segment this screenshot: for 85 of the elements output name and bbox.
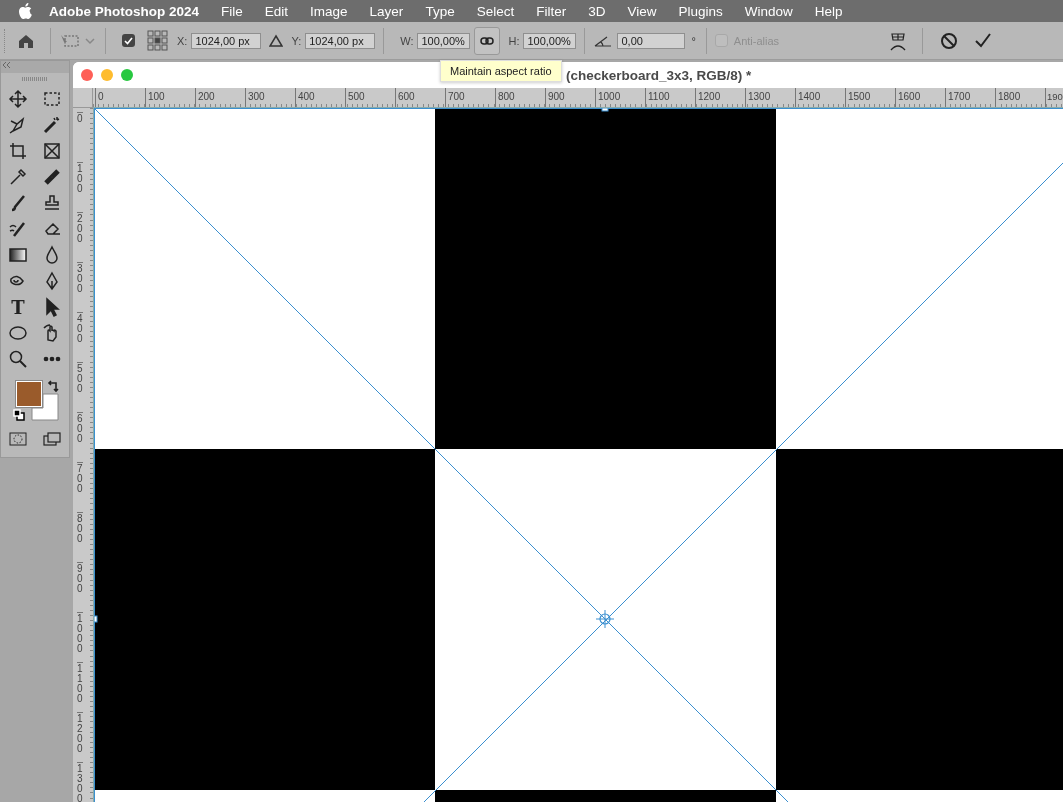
marquee-tool-icon[interactable] (42, 89, 62, 109)
ruler-label: 500 (345, 88, 395, 107)
input-field[interactable]: 1024,00 px (305, 32, 376, 49)
ruler-label: 1000 (595, 88, 645, 107)
field-label: Y: (291, 34, 302, 47)
ruler-label: 800 (77, 512, 83, 562)
wand-tool-icon[interactable] (42, 115, 62, 135)
reference-point-icon[interactable] (147, 29, 169, 52)
ruler-label: 1400 (795, 88, 845, 107)
quick-mask-icon[interactable] (8, 431, 28, 447)
ruler-label: 700 (445, 88, 495, 107)
input-field[interactable]: 0,00 (617, 32, 686, 49)
frame-tool-icon[interactable] (42, 141, 62, 161)
input-field[interactable]: 100,00% (523, 32, 577, 49)
field-label: W: (400, 34, 414, 47)
move-tool-icon[interactable] (8, 89, 28, 109)
menu-item[interactable]: Edit (253, 3, 300, 19)
ruler-label: 400 (295, 88, 345, 107)
default-colors-icon[interactable] (13, 409, 25, 421)
reference-point-icon[interactable] (595, 609, 615, 629)
ruler-label: 200 (77, 212, 83, 262)
menu-item[interactable]: Type (414, 3, 466, 19)
ruler-label: 1100 (77, 662, 83, 712)
link-button[interactable] (474, 26, 501, 55)
ruler-label: 1500 (845, 88, 895, 107)
ruler-label: 1200 (695, 88, 745, 107)
ruler-label: 900 (545, 88, 595, 107)
gradient-tool-icon[interactable] (8, 245, 28, 265)
ruler-label: 600 (395, 88, 445, 107)
ruler-label: 0 (95, 88, 145, 107)
ruler-label: 1200 (77, 712, 83, 762)
menu-item[interactable]: Image (299, 3, 359, 19)
checkbox[interactable] (122, 34, 135, 47)
ruler-label: 1800 (995, 88, 1045, 107)
ruler-label: 1100 (645, 88, 695, 107)
swap-colors-icon[interactable] (47, 379, 59, 393)
ruler-label: 190 (1045, 88, 1063, 107)
ruler-label: 400 (77, 312, 83, 362)
menu-item[interactable]: 3D (577, 3, 617, 19)
ruler-label: 0 (77, 112, 83, 162)
menu-item[interactable]: File (210, 3, 254, 19)
foreground-color-swatch[interactable] (16, 381, 42, 407)
field-label: X: (177, 34, 188, 47)
zoom-tool-icon[interactable] (8, 349, 28, 369)
ruler-label: 300 (77, 262, 83, 312)
ruler-label: 600 (77, 412, 83, 462)
input-field[interactable]: 100,00% (417, 32, 471, 49)
ruler-label: 1300 (745, 88, 795, 107)
crop-tool-icon[interactable] (8, 141, 28, 161)
ruler-label: 100 (145, 88, 195, 107)
tooltip: Maintain aspect ratio (440, 60, 562, 82)
ruler-label: 800 (495, 88, 545, 107)
menu-item[interactable]: Window (733, 3, 804, 19)
apple-logo-icon[interactable] (18, 3, 32, 19)
stamp-tool-icon[interactable] (42, 193, 62, 213)
ruler-label: 100 (77, 162, 83, 212)
ruler-label: 1000 (77, 612, 83, 662)
ruler-label: 1300 (77, 762, 83, 802)
app-name-menu[interactable]: Adobe Photoshop 2024 (32, 3, 211, 19)
menu-item[interactable]: Plugins (667, 3, 734, 19)
input-field[interactable]: 1024,00 px (191, 32, 262, 49)
ruler-label: 900 (77, 562, 83, 612)
unit-label: ° (691, 34, 696, 47)
ruler-label: 1600 (895, 88, 945, 107)
field-label: H: (508, 34, 520, 47)
eyedropper-tool-icon[interactable] (8, 167, 28, 187)
screen-mode-icon[interactable] (42, 431, 62, 447)
background-color-swatch[interactable] (31, 393, 59, 421)
cancel-icon[interactable] (939, 30, 959, 51)
ruler-label: 1700 (945, 88, 995, 107)
ruler-label: 700 (77, 462, 83, 512)
link-icon (480, 35, 495, 46)
menu-item[interactable]: Select (465, 3, 526, 19)
ruler-label: 200 (195, 88, 245, 107)
menu-item[interactable]: Layer (358, 3, 415, 19)
ellipse-tool-icon[interactable] (8, 323, 28, 343)
close-window-button[interactable] (81, 69, 93, 81)
document-title: (checkerboard_3x3, RGB/8) * (566, 67, 752, 83)
ruler-label: 300 (245, 88, 295, 107)
menu-item[interactable]: View (616, 3, 668, 19)
type-tool[interactable]: T (7, 297, 29, 317)
menu-item[interactable]: Filter (525, 3, 578, 19)
menu-item[interactable]: Help (803, 3, 854, 19)
delta-icon[interactable] (269, 33, 284, 48)
ruler-label: 500 (77, 362, 83, 412)
